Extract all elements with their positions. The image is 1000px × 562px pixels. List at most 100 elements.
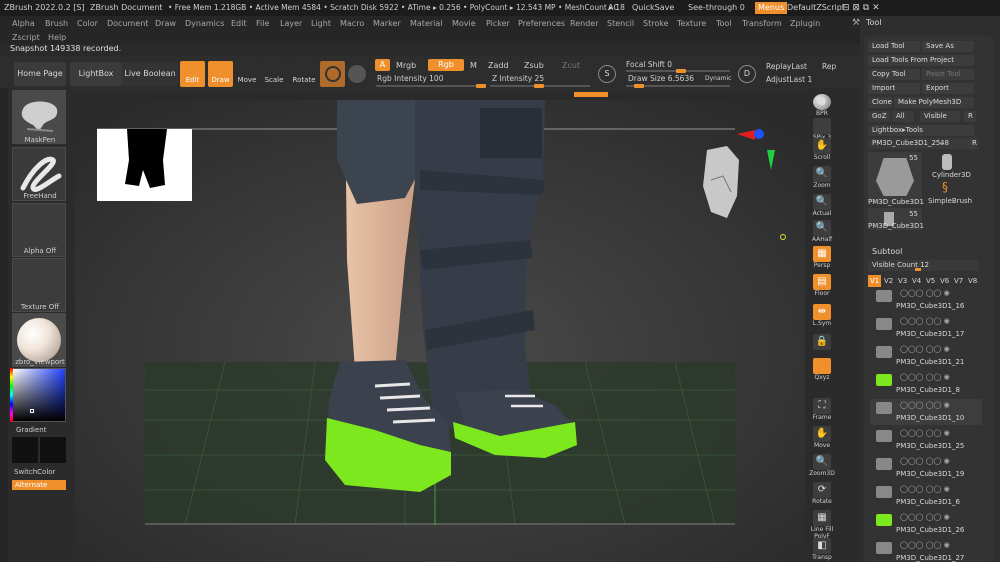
draw-size-track[interactable] — [626, 84, 730, 88]
menu-texture[interactable]: Texture — [677, 16, 706, 32]
s-icon[interactable]: S — [598, 65, 616, 83]
subtool-row[interactable]: ◯◯◯ ◯◯ ◉ PM3D_Cube3D1_26 — [870, 511, 982, 537]
menu-help[interactable]: Help — [48, 32, 66, 44]
subtool-toggles[interactable]: ◯◯◯ ◯◯ ◉ — [900, 541, 950, 549]
menu-marker[interactable]: Marker — [373, 16, 401, 32]
menu-file[interactable]: File — [256, 16, 269, 32]
tool-thumb-1[interactable]: 55 PM3D_Cube3D1 — [868, 152, 924, 206]
subtool-row[interactable]: ◯◯◯ ◯◯ ◉ PM3D_Cube3D1_16 — [870, 287, 982, 313]
right-transp-button[interactable]: ◧ Transp — [808, 538, 836, 562]
right-bpr-button[interactable]: ● BPR — [808, 94, 836, 118]
seethrough-slider[interactable]: See-through 0 — [688, 0, 745, 16]
paste-tool-button[interactable]: Paste Tool — [922, 69, 974, 80]
adjustlast-slider[interactable]: AdjustLast 1 — [766, 75, 812, 84]
subtool-title[interactable]: Subtool — [872, 247, 902, 256]
rgb-intensity-track[interactable] — [376, 84, 486, 88]
subtool-toggles[interactable]: ◯◯◯ ◯◯ ◉ — [900, 317, 950, 325]
save-as-button[interactable]: Save As — [922, 41, 974, 52]
lightbox-button[interactable]: LightBox — [70, 62, 122, 86]
zadd-button[interactable]: Zadd — [488, 61, 509, 70]
version-tab-v7[interactable]: V7 — [952, 275, 965, 287]
simplebrush-label[interactable]: SimpleBrush — [928, 197, 972, 205]
shelf-scroll-handle[interactable] — [574, 92, 608, 97]
subtool-row[interactable]: ◯◯◯ ◯◯ ◉ PM3D_Cube3D1_8 — [870, 371, 982, 397]
alternate-button[interactable]: Alternate — [12, 480, 66, 490]
stroke-icon[interactable] — [348, 65, 366, 83]
menu-light[interactable]: Light — [311, 16, 331, 32]
menu-zscript[interactable]: Zscript — [12, 32, 40, 44]
focal-shift-slider[interactable]: Focal Shift 0 — [626, 60, 672, 69]
version-tab-v2[interactable]: V2 — [882, 275, 895, 287]
version-tab-v3[interactable]: V3 — [896, 275, 909, 287]
cylinder-label[interactable]: Cylinder3D — [932, 171, 971, 179]
switchcolor-button[interactable]: SwitchColor — [14, 468, 74, 476]
right-persp-button[interactable]: ▦ Persp — [808, 246, 836, 270]
menu-stroke[interactable]: Stroke — [643, 16, 669, 32]
cylinder-icon[interactable] — [942, 154, 952, 170]
menu-layer[interactable]: Layer — [280, 16, 302, 32]
version-tab-v5[interactable]: V5 — [924, 275, 937, 287]
d-icon[interactable]: D — [738, 65, 756, 83]
menu-edit[interactable]: Edit — [231, 16, 247, 32]
dynamic-toggle[interactable]: Dynamic — [705, 75, 731, 82]
import-button[interactable]: Import — [868, 83, 920, 94]
right-polyf-button[interactable]: ▦ Line Fill PolyF — [808, 510, 836, 540]
draw-button[interactable]: Draw — [208, 61, 233, 87]
right-zoom3d-button[interactable]: 🔍 Zoom3D — [808, 454, 836, 478]
a-button[interactable]: A — [375, 59, 390, 71]
main-color-swatch[interactable] — [12, 437, 38, 463]
color-picker[interactable] — [12, 368, 66, 422]
version-tab-v6[interactable]: V6 — [938, 275, 951, 287]
subtool-toggles[interactable]: ◯◯◯ ◯◯ ◉ — [900, 289, 950, 297]
clone-button[interactable]: Clone — [868, 97, 892, 108]
scale-button[interactable]: Scale — [262, 61, 286, 87]
r-button-2[interactable]: R — [968, 138, 978, 149]
hue-strip[interactable] — [10, 368, 13, 422]
right-actual-button[interactable]: 🔍 Actual — [808, 194, 836, 218]
3d-viewport[interactable] — [75, 100, 805, 562]
all-button[interactable]: All — [892, 111, 914, 122]
color-picker-cursor[interactable] — [30, 409, 34, 413]
current-tool-slider[interactable]: PM3D_Cube3D1_25. 48 — [868, 138, 968, 149]
menu-dynamics[interactable]: Dynamics — [185, 16, 224, 32]
menu-stencil[interactable]: Stencil — [607, 16, 634, 32]
r-button[interactable]: R — [964, 111, 976, 122]
right-scroll-button[interactable]: ✋ Scroll — [808, 138, 836, 162]
edit-button[interactable]: Edit — [180, 61, 205, 87]
subtool-toggles[interactable]: ◯◯◯ ◯◯ ◉ — [900, 345, 950, 353]
home-page-button[interactable]: Home Page — [14, 62, 66, 86]
menu-picker[interactable]: Picker — [486, 16, 510, 32]
menu-transform[interactable]: Transform — [742, 16, 782, 32]
subtool-row[interactable]: ◯◯◯ ◯◯ ◉ PM3D_Cube3D1_17 — [870, 315, 982, 341]
make-polymesh-button[interactable]: Make PolyMesh3D — [894, 97, 974, 108]
mrgb-button[interactable]: Mrgb — [396, 61, 416, 70]
left-tray-edge[interactable] — [0, 88, 8, 562]
subtool-row[interactable]: ◯◯◯ ◯◯ ◉ PM3D_Cube3D1_21 — [870, 343, 982, 369]
right-frame-button[interactable]: ⛶ Frame — [808, 398, 836, 422]
right-rotate-button[interactable]: ⟳ Rotate — [808, 482, 836, 506]
quicksave-button[interactable]: QuickSave — [632, 0, 674, 16]
subtool-toggles[interactable]: ◯◯◯ ◯◯ ◉ — [900, 401, 950, 409]
menus-button[interactable]: Menus — [755, 2, 788, 14]
window-controls[interactable]: ⊟ ⊠ ⧉ ✕ — [842, 0, 880, 16]
rgb-button[interactable]: Rgb — [428, 59, 464, 71]
copy-tool-button[interactable]: Copy Tool — [868, 69, 920, 80]
right-aahalf-button[interactable]: 🔍 AAHalf — [808, 220, 836, 244]
subtool-row[interactable]: ◯◯◯ ◯◯ ◉ PM3D_Cube3D1_25 — [870, 427, 982, 453]
subtool-toggles[interactable]: ◯◯◯ ◯◯ ◉ — [900, 373, 950, 381]
menu-macro[interactable]: Macro — [340, 16, 364, 32]
menu-zplugin[interactable]: Zplugin — [790, 16, 820, 32]
visible-count-slider[interactable]: Visible Count 12 — [868, 260, 978, 271]
version-tab-v4[interactable]: V4 — [910, 275, 923, 287]
rotate-button[interactable]: Rotate — [290, 61, 318, 87]
subtool-row[interactable]: ◯◯◯ ◯◯ ◉ PM3D_Cube3D1_10 — [870, 399, 982, 425]
zsub-button[interactable]: Zsub — [524, 61, 544, 70]
visible-count-handle[interactable] — [915, 268, 921, 271]
menu-draw[interactable]: Draw — [155, 16, 176, 32]
right-zoom-button[interactable]: 🔍 Zoom — [808, 166, 836, 190]
simplebrush-icon[interactable]: § — [942, 180, 948, 194]
export-button[interactable]: Export — [922, 83, 974, 94]
subtool-toggles[interactable]: ◯◯◯ ◯◯ ◉ — [900, 429, 950, 437]
lightbox-tools-button[interactable]: Lightbox▸Tools — [868, 125, 974, 136]
menu-color[interactable]: Color — [77, 16, 98, 32]
